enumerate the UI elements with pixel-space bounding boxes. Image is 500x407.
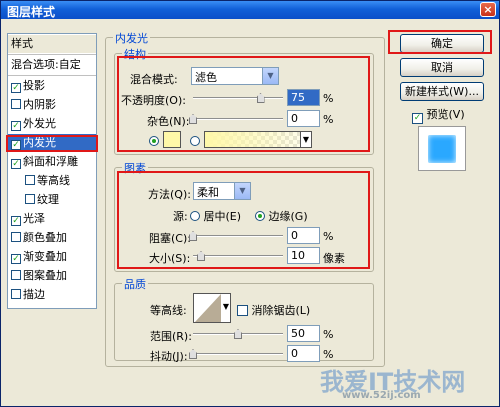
- sidebar-item-label: 颜色叠加: [23, 231, 67, 244]
- sidebar-item[interactable]: ✓ 外发光: [8, 115, 96, 133]
- sidebar-item[interactable]: ✓ 斜面和浮雕: [8, 153, 96, 171]
- jitter-label: 抖动(J):: [150, 350, 188, 363]
- highlight-ok: [388, 30, 492, 54]
- cancel-button[interactable]: 取消: [400, 58, 484, 77]
- checkbox-checked-icon[interactable]: ✓: [11, 159, 21, 169]
- checkbox-icon[interactable]: [25, 175, 35, 185]
- sidebar-item[interactable]: ✓ 渐变叠加: [8, 248, 96, 266]
- contour-linear-icon: [195, 294, 221, 322]
- sidebar-item-label: 斜面和浮雕: [23, 155, 78, 168]
- highlight-elements: [117, 171, 370, 269]
- highlight-inner-glow: [6, 135, 98, 152]
- contour-picker[interactable]: ▼: [193, 293, 231, 323]
- highlight-structure: [117, 56, 370, 152]
- sidebar-item[interactable]: 纹理: [8, 191, 96, 209]
- antialias-option[interactable]: 消除锯齿(L): [237, 302, 310, 318]
- sidebar-item-label: 渐变叠加: [23, 250, 67, 263]
- preview-swatch: [428, 135, 456, 163]
- sidebar-item-label: 纹理: [37, 193, 59, 206]
- sidebar-item-label: 投影: [23, 79, 45, 92]
- antialias-label: 消除锯齿(L): [251, 304, 311, 317]
- contour-label: 等高线:: [150, 304, 187, 317]
- checkbox-icon[interactable]: [11, 99, 21, 109]
- window-title: 图层样式: [7, 5, 56, 19]
- sidebar-item-label: 描边: [23, 288, 45, 301]
- checkbox-icon[interactable]: [11, 289, 21, 299]
- watermark-url: www.52ij.com: [342, 390, 421, 401]
- sidebar-item-label: 光泽: [23, 212, 45, 225]
- panel-title: 内发光: [113, 30, 150, 46]
- preview-label: 预览(V): [426, 108, 465, 121]
- checkbox-checked-icon[interactable]: ✓: [11, 216, 21, 226]
- checkbox-checked-icon[interactable]: ✓: [11, 121, 21, 131]
- sidebar-item-label: 图案叠加: [23, 269, 67, 282]
- style-preview: [418, 126, 466, 171]
- checkbox-icon[interactable]: [25, 194, 35, 204]
- chevron-down-icon: ▼: [222, 302, 229, 311]
- sidebar-item[interactable]: 等高线: [8, 172, 96, 190]
- range-label: 范围(R):: [150, 330, 192, 343]
- sidebar-item-label: 外发光: [23, 117, 56, 130]
- checkbox-icon[interactable]: [11, 270, 21, 280]
- title-bar: 图层样式: [1, 1, 499, 19]
- close-button[interactable]: ×: [480, 2, 496, 17]
- new-style-button[interactable]: 新建样式(W)...: [400, 82, 484, 101]
- jitter-input[interactable]: 0: [287, 345, 320, 362]
- styles-header: 样式: [8, 35, 96, 53]
- sidebar-item[interactable]: ✓ 投影: [8, 77, 96, 95]
- sidebar-item[interactable]: 描边: [8, 286, 96, 304]
- sidebar-item[interactable]: ✓ 光泽: [8, 210, 96, 228]
- sidebar-item[interactable]: 内阴影: [8, 96, 96, 114]
- jitter-unit: %: [323, 348, 334, 361]
- checkbox-checked-icon[interactable]: ✓: [11, 254, 21, 264]
- preview-option[interactable]: ✓ 预览(V): [412, 106, 465, 124]
- checkbox-checked-icon[interactable]: ✓: [11, 83, 21, 93]
- sidebar-item[interactable]: 颜色叠加: [8, 229, 96, 247]
- sidebar-item-label: 内阴影: [23, 98, 56, 111]
- styles-list: 样式 混合选项:自定 ✓ 投影 内阴影 ✓ 外发光 ✓ 内发光 ✓ 斜面和浮雕 等高线 纹理 ✓ 光泽颜…: [7, 33, 97, 309]
- blend-options-item[interactable]: 混合选项:自定: [8, 56, 96, 74]
- range-unit: %: [323, 328, 334, 341]
- checkbox-icon[interactable]: [11, 232, 21, 242]
- sidebar-item[interactable]: 图案叠加: [8, 267, 96, 285]
- jitter-slider[interactable]: [193, 353, 283, 355]
- sidebar-item-label: 等高线: [37, 174, 70, 187]
- range-input[interactable]: 50: [287, 325, 320, 342]
- quality-legend: 品质: [122, 276, 148, 292]
